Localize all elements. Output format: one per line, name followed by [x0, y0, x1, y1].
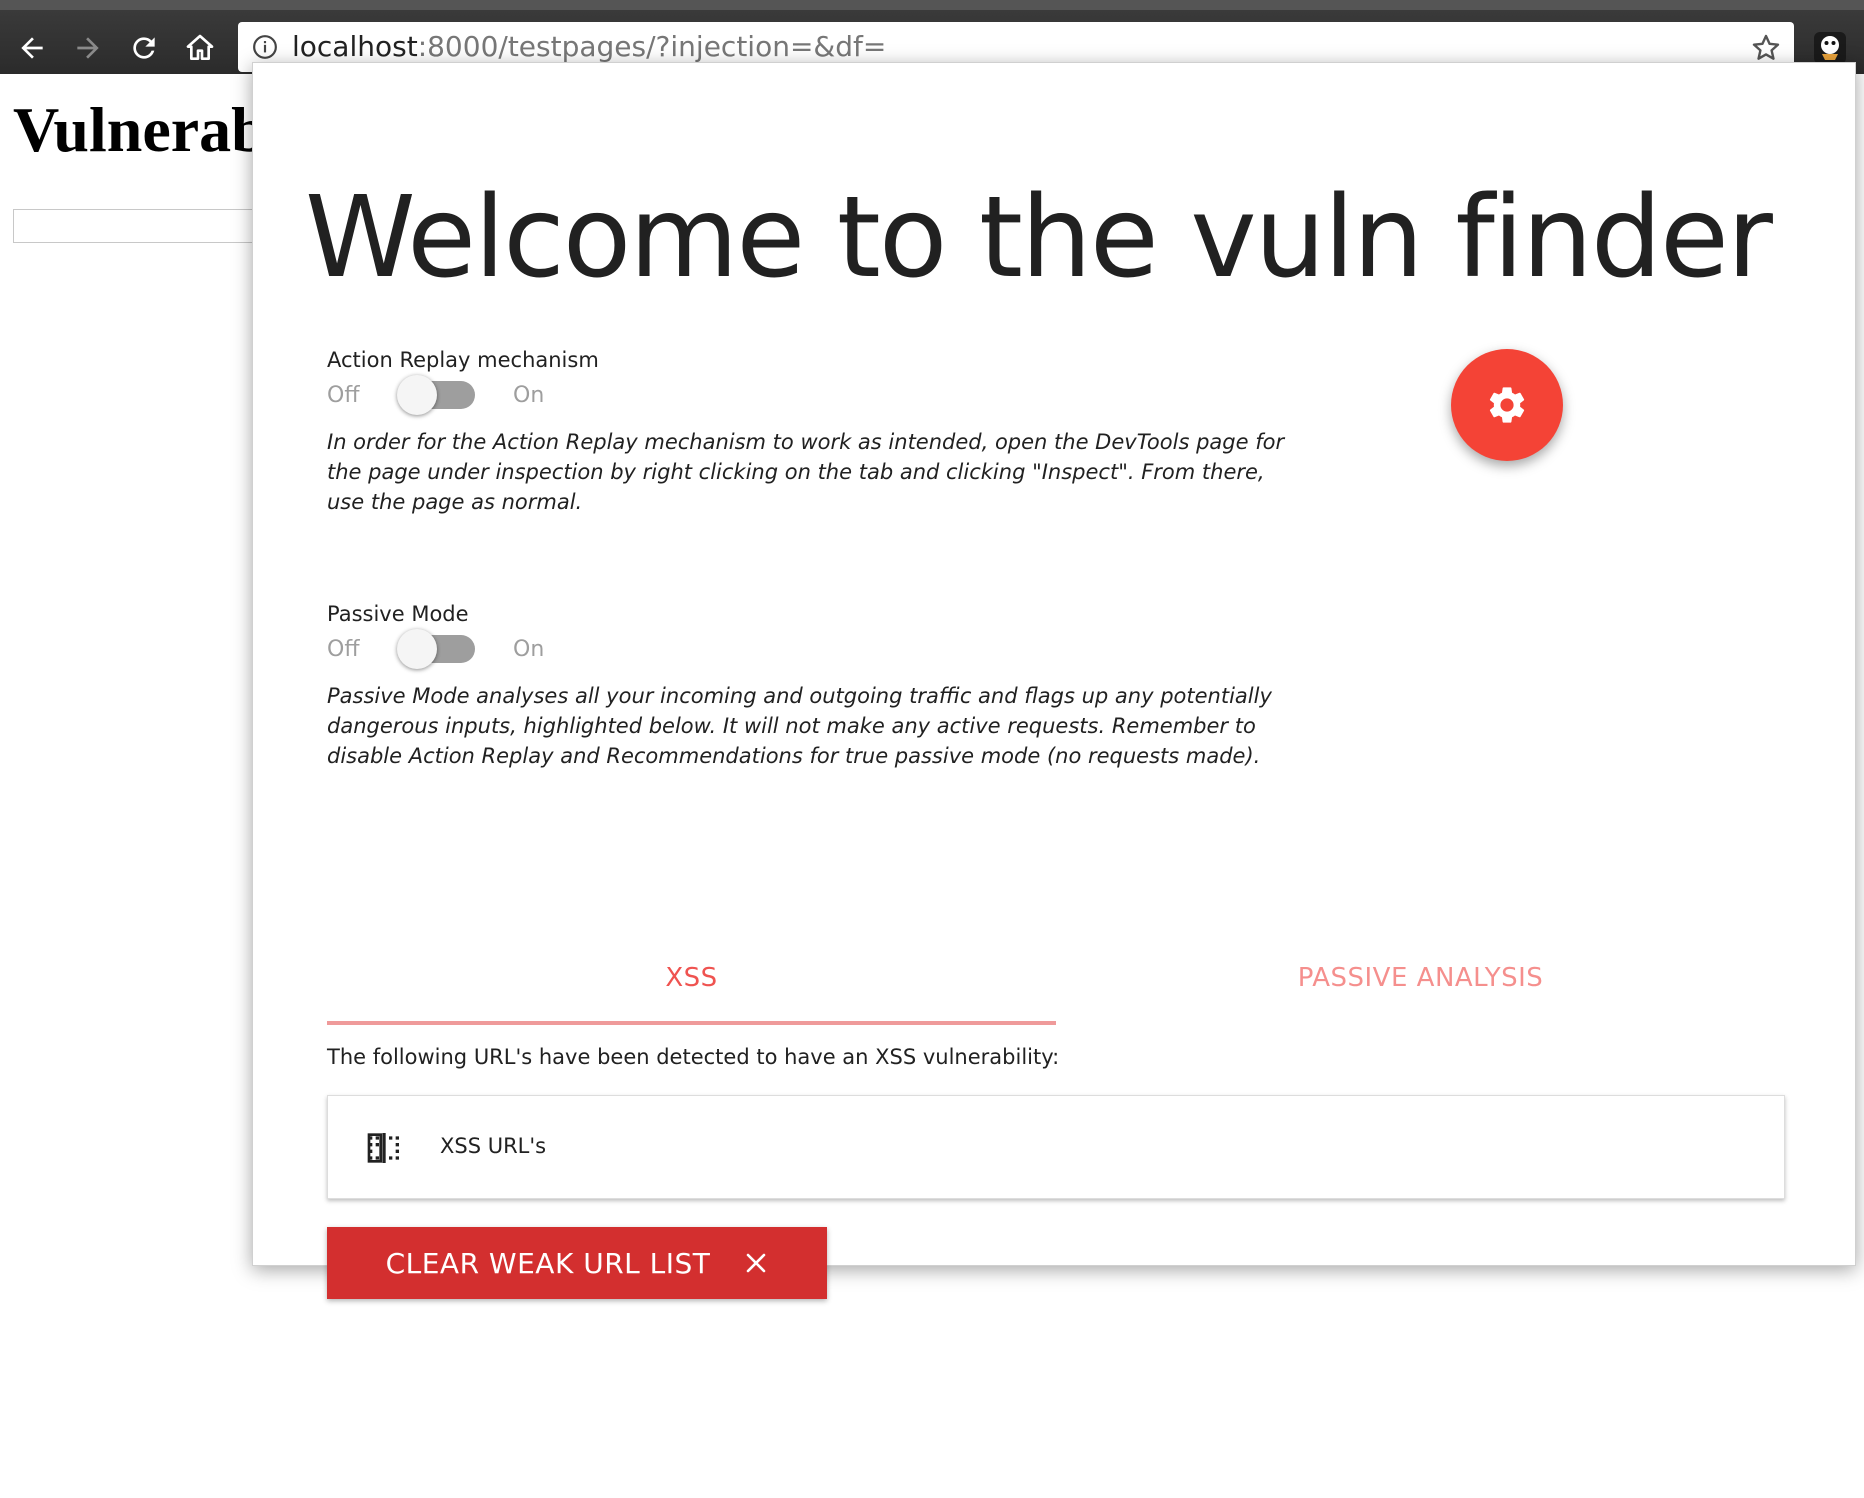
- clear-weak-url-list-button[interactable]: CLEAR WEAK URL LIST: [327, 1227, 827, 1299]
- switch-off-label: Off: [327, 382, 360, 408]
- switch-knob[interactable]: [397, 629, 437, 669]
- info-icon[interactable]: [252, 34, 278, 60]
- forward-button[interactable]: [68, 28, 108, 68]
- action-replay-description: In order for the Action Replay mechanism…: [327, 430, 1285, 514]
- reload-button[interactable]: [124, 28, 164, 68]
- back-arrow-icon: [21, 37, 43, 59]
- xss-intro-text: The following URL's have been detected t…: [327, 1045, 1060, 1069]
- forward-arrow-icon: [77, 37, 99, 59]
- tab-passive-analysis[interactable]: PASSIVE ANALYSIS: [1056, 931, 1785, 1025]
- xss-url-list-title: XSS URL's: [440, 1134, 547, 1158]
- passive-mode-description: Passive Mode analyses all your incoming …: [327, 684, 1272, 768]
- home-icon: [186, 34, 214, 60]
- tab-xss[interactable]: XSS: [327, 931, 1056, 1025]
- switch-knob[interactable]: [397, 375, 437, 415]
- popup-title: Welcome to the vuln finder: [305, 173, 1773, 303]
- passive-mode-switch[interactable]: Off On: [327, 627, 1287, 671]
- action-replay-label: Action Replay mechanism: [327, 348, 599, 372]
- action-replay-switch[interactable]: Off On: [327, 373, 1287, 417]
- vertical-split-icon: [367, 1133, 399, 1163]
- xss-url-list[interactable]: XSS URL's: [327, 1095, 1785, 1199]
- star-icon[interactable]: [1750, 32, 1782, 64]
- switch-track[interactable]: [397, 629, 475, 669]
- extension-popup: Welcome to the vuln finder Action Replay…: [252, 62, 1856, 1299]
- switch-track[interactable]: [397, 375, 475, 415]
- home-button[interactable]: [180, 28, 220, 68]
- url-text[interactable]: localhost:8000/testpages/?injection=&df=: [292, 30, 886, 64]
- url-path: :8000/testpages/?injection=&df=: [417, 30, 887, 63]
- settings-button[interactable]: [1451, 349, 1563, 461]
- passive-mode-setting: Passive Mode Off On Passive Mode analyse…: [327, 601, 1287, 771]
- page-heading: Vulnerab: [13, 94, 267, 165]
- url-host: localhost: [292, 30, 418, 63]
- tab-bar: XSS PASSIVE ANALYSIS: [327, 931, 1785, 1025]
- switch-on-label: On: [513, 636, 545, 662]
- switch-on-label: On: [513, 382, 545, 408]
- back-button[interactable]: [12, 28, 52, 68]
- switch-off-label: Off: [327, 636, 360, 662]
- clear-button-label: CLEAR WEAK URL LIST: [385, 1246, 711, 1280]
- gear-icon: [1489, 387, 1525, 423]
- reload-icon: [133, 37, 155, 59]
- tab-indicator: [327, 1021, 1056, 1025]
- action-replay-setting: Action Replay mechanism Off On In order …: [327, 347, 1287, 517]
- passive-mode-label: Passive Mode: [327, 602, 469, 626]
- close-icon: [747, 1253, 766, 1273]
